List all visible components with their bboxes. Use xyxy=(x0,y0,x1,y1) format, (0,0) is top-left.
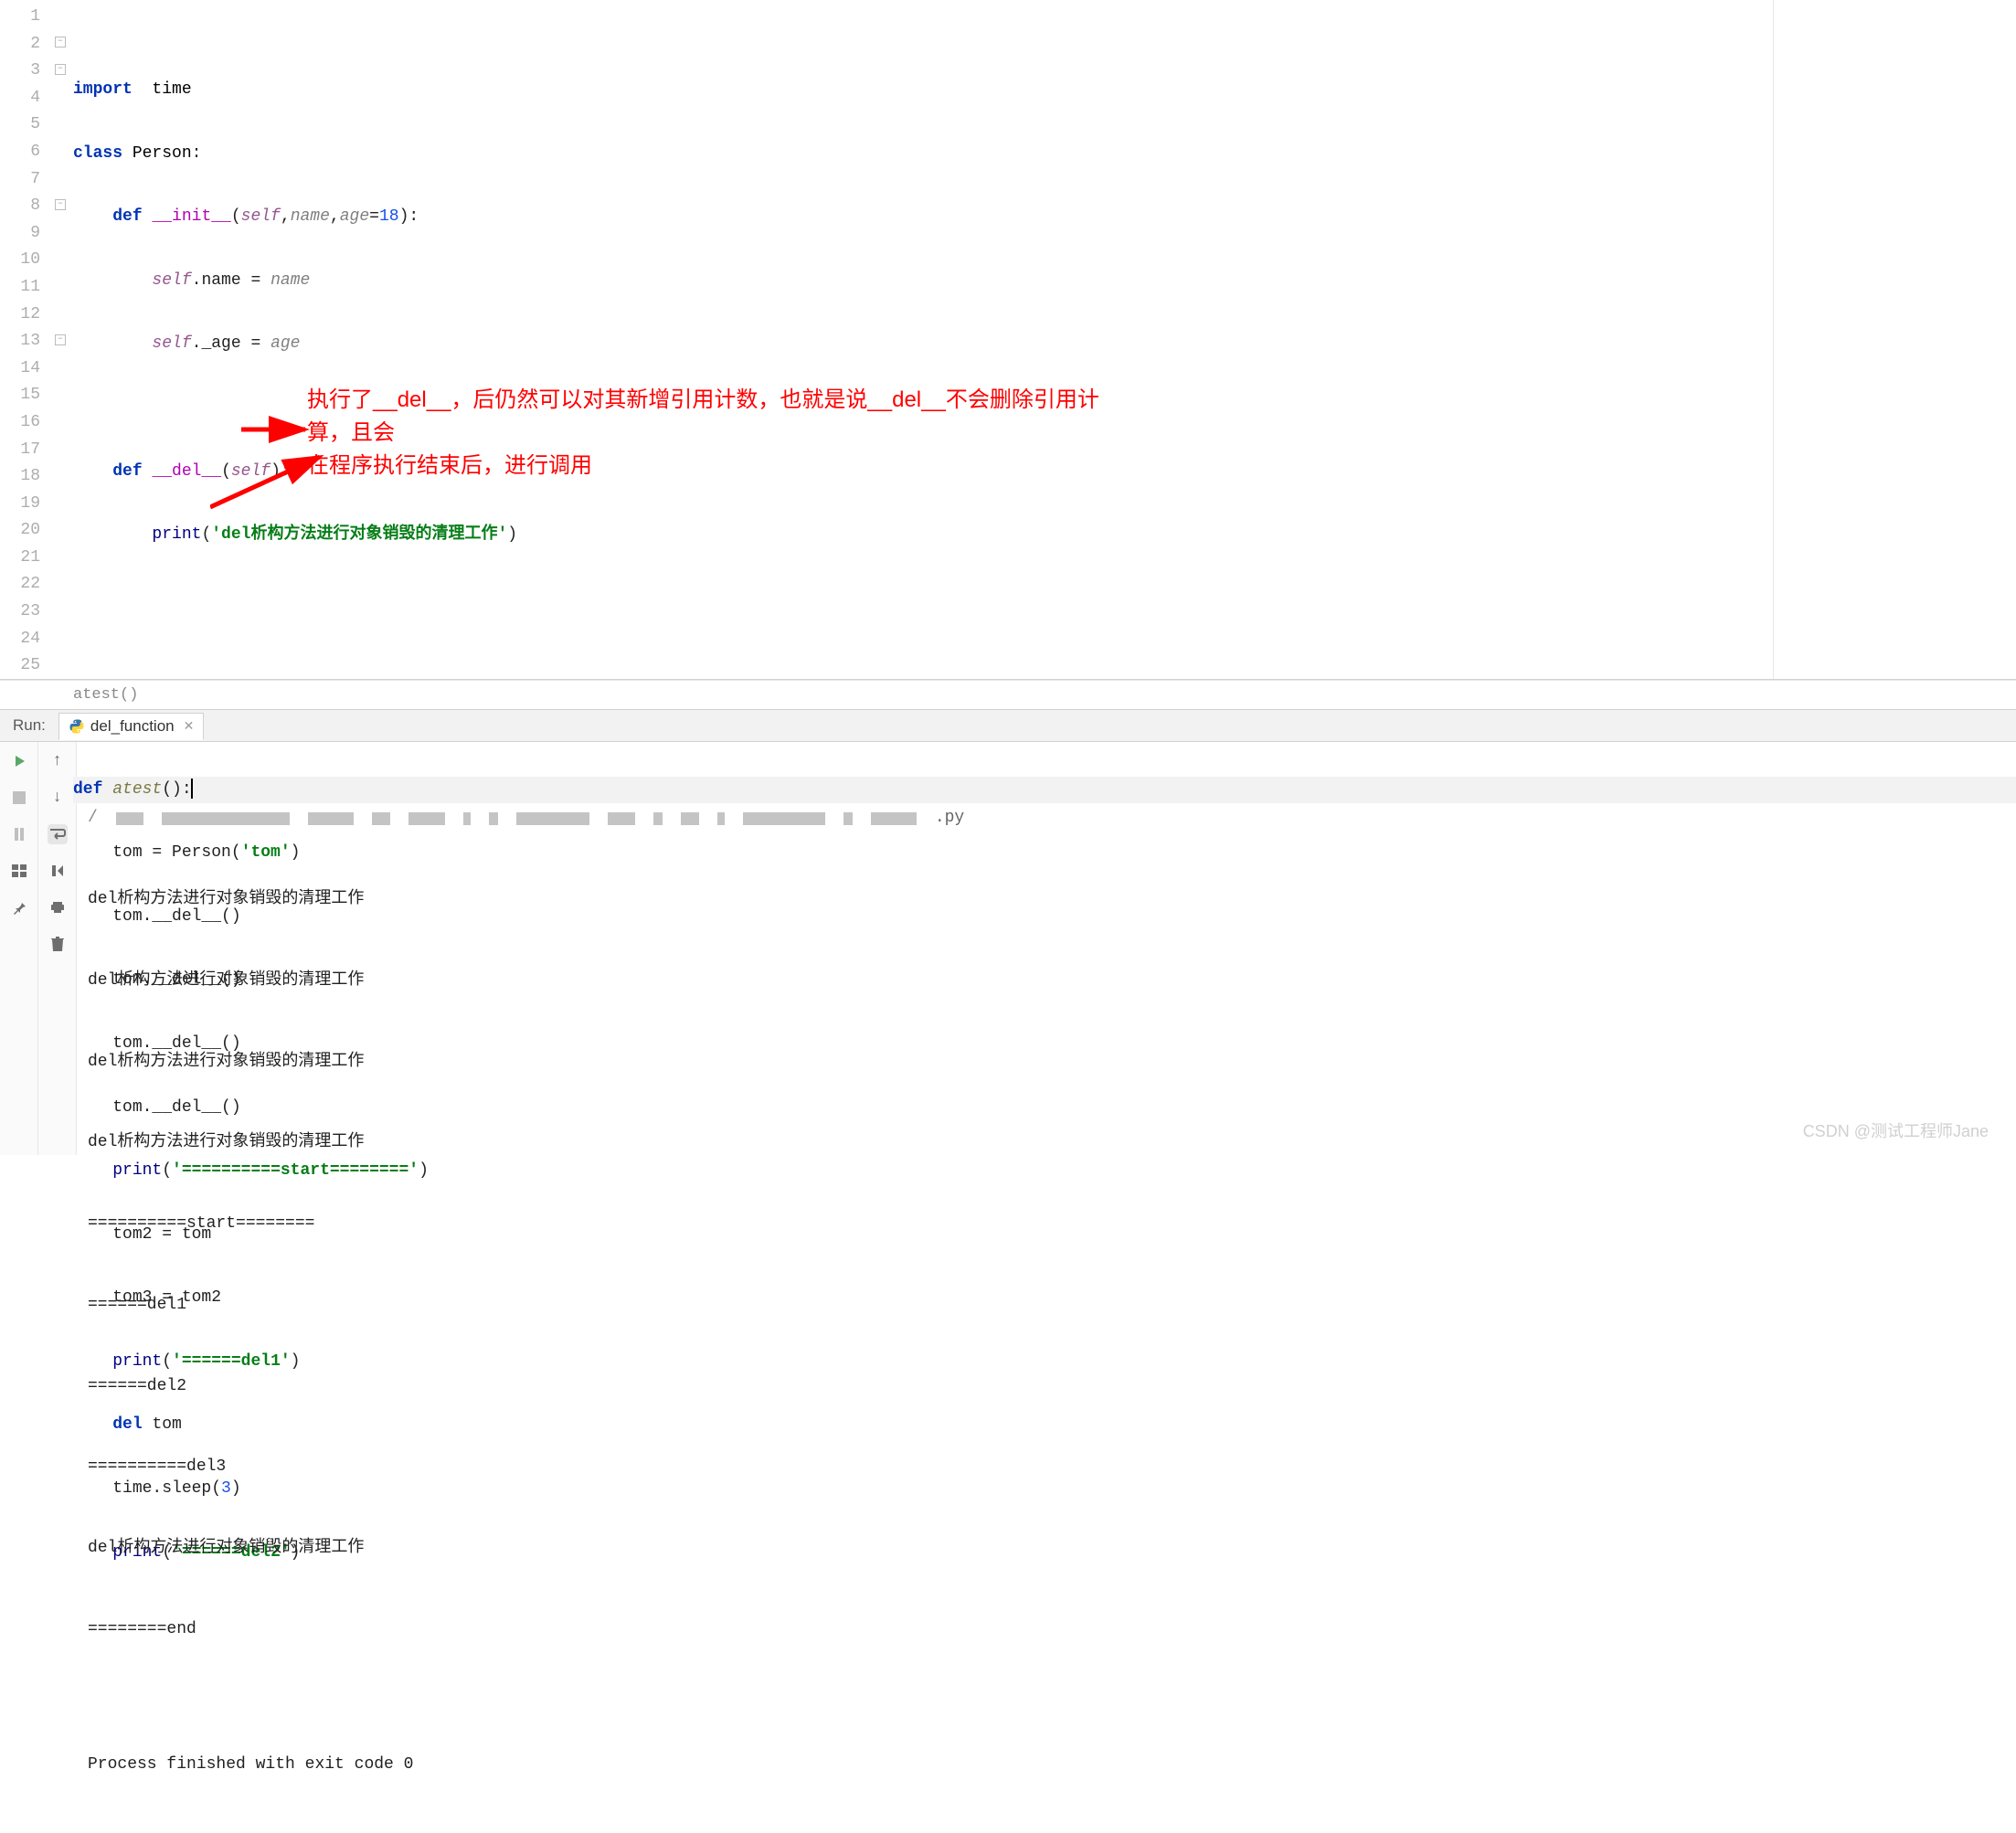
line-number: 2 xyxy=(0,31,53,58)
rerun-icon[interactable] xyxy=(9,751,29,771)
line-number: 3 xyxy=(0,58,53,85)
console-line: ========end xyxy=(88,1616,2005,1644)
code-line xyxy=(73,395,2016,422)
watermark: CSDN @测试工程师Jane xyxy=(1803,1118,1989,1142)
console-line: ======del1 xyxy=(88,1292,2005,1319)
code-line xyxy=(73,649,2016,676)
fold-toggle-icon[interactable]: − xyxy=(55,334,66,345)
line-number: 20 xyxy=(0,517,53,545)
console-line: del析构方法进行对象销毁的清理工作 xyxy=(88,1535,2005,1563)
line-number: 15 xyxy=(0,382,53,409)
line-number: 8 xyxy=(0,193,53,220)
run-left-toolbar xyxy=(0,742,38,1155)
line-number: 16 xyxy=(0,409,53,437)
pause-icon[interactable] xyxy=(9,824,29,844)
down-icon[interactable]: ↓ xyxy=(48,788,68,808)
line-number: 5 xyxy=(0,111,53,139)
line-number: 17 xyxy=(0,437,53,464)
code-line: import time xyxy=(73,77,2016,104)
code-editor[interactable]: import time class Person: def __init__(s… xyxy=(73,0,2016,679)
code-line: def __del__(self): xyxy=(73,459,2016,486)
line-number: 13 xyxy=(0,328,53,355)
code-line: print('==========start========') xyxy=(73,1158,2016,1185)
line-number: 7 xyxy=(0,166,53,194)
fold-toggle-icon[interactable]: − xyxy=(55,64,66,75)
run-label: Run: xyxy=(0,716,58,735)
line-number: 12 xyxy=(0,302,53,329)
code-line: print('======del1') xyxy=(73,1349,2016,1376)
console-line: ==========del3 xyxy=(88,1454,2005,1481)
stop-icon[interactable] xyxy=(9,788,29,808)
line-number: 14 xyxy=(0,355,53,383)
line-number: 19 xyxy=(0,491,53,518)
run-left-toolbar-2: ↑ ↓ xyxy=(38,742,77,1155)
console-line: ======del2 xyxy=(88,1373,2005,1401)
line-number: 21 xyxy=(0,545,53,572)
line-number: 4 xyxy=(0,85,53,112)
code-line: del tom xyxy=(73,1412,2016,1439)
console-line: ==========start======== xyxy=(88,1211,2005,1238)
right-margin-guide xyxy=(1773,0,1774,679)
editor-pane: 1 2 3 4 5 6 7 8 9 10 11 12 13 14 15 16 1… xyxy=(0,0,2016,680)
code-line xyxy=(73,713,2016,740)
console-line: del析构方法进行对象销毁的清理工作 xyxy=(88,968,2005,995)
code-line: class Person: xyxy=(73,141,2016,168)
fold-gutter: − − − − xyxy=(53,0,73,679)
line-number: 24 xyxy=(0,626,53,653)
code-line xyxy=(73,586,2016,613)
trash-icon[interactable] xyxy=(48,934,68,954)
up-icon[interactable]: ↑ xyxy=(48,751,68,771)
line-number: 18 xyxy=(0,463,53,491)
line-number: 11 xyxy=(0,274,53,302)
console-path-blurred: / .py xyxy=(88,805,2005,832)
line-number: 1 xyxy=(0,4,53,31)
line-number: 25 xyxy=(0,652,53,680)
code-line: def __init__(self,name,age=18): xyxy=(73,204,2016,231)
pin-icon[interactable] xyxy=(9,897,29,917)
line-number: 10 xyxy=(0,247,53,274)
console-line: del析构方法进行对象销毁的清理工作 xyxy=(88,886,2005,914)
soft-wrap-icon[interactable] xyxy=(48,824,68,844)
code-line: self.name = name xyxy=(73,268,2016,295)
console-line: Process finished with exit code 0 xyxy=(88,1752,2005,1779)
fold-toggle-icon[interactable]: − xyxy=(55,37,66,48)
run-tool-body: ↑ ↓ / .py del析构方法进行对象销毁的清理工作 del析构 xyxy=(0,742,2016,1155)
line-number: 9 xyxy=(0,220,53,248)
console-line: del析构方法进行对象销毁的清理工作 xyxy=(88,1049,2005,1076)
line-number: 22 xyxy=(0,571,53,599)
line-number: 23 xyxy=(0,599,53,626)
console-line: del析构方法进行对象销毁的清理工作 xyxy=(88,1129,2005,1157)
code-line: print('del析构方法进行对象销毁的清理工作') xyxy=(73,522,2016,549)
line-number-gutter: 1 2 3 4 5 6 7 8 9 10 11 12 13 14 15 16 1… xyxy=(0,0,53,679)
scroll-to-end-icon[interactable] xyxy=(48,861,68,881)
fold-toggle-icon[interactable]: − xyxy=(55,199,66,210)
console-output[interactable]: / .py del析构方法进行对象销毁的清理工作 del析构方法进行对象销毁的清… xyxy=(77,742,2016,1155)
line-number: 6 xyxy=(0,139,53,166)
print-icon[interactable] xyxy=(48,897,68,917)
code-line: self._age = age xyxy=(73,331,2016,358)
layout-icon[interactable] xyxy=(9,861,29,881)
